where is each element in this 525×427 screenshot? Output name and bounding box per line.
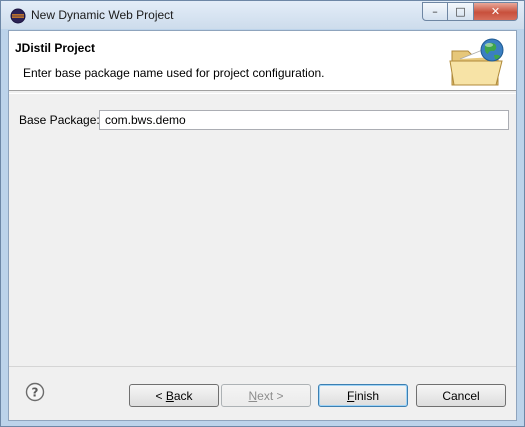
finish-label: inish	[354, 388, 380, 403]
back-mnemonic: B	[165, 388, 174, 403]
window-controls: – □ ✕	[422, 2, 518, 22]
next-button[interactable]: Next >	[221, 384, 311, 407]
cancel-button[interactable]: Cancel	[416, 384, 506, 407]
maximize-icon: □	[455, 5, 466, 18]
page-title: JDistil Project	[15, 41, 96, 55]
banner-separator	[9, 93, 516, 94]
close-icon: ✕	[490, 5, 501, 18]
dialog-window: New Dynamic Web Project – □ ✕ JDistil Pr…	[0, 0, 525, 427]
wizard-banner: JDistil Project Enter base package name …	[9, 31, 516, 91]
folder-globe-icon	[449, 38, 504, 86]
base-package-label: Base Package:	[19, 113, 100, 127]
page-description: Enter base package name used for project…	[23, 66, 325, 80]
minimize-icon: –	[432, 5, 438, 18]
maximize-button[interactable]: □	[448, 2, 474, 21]
dialog-content: JDistil Project Enter base package name …	[8, 30, 517, 421]
back-prefix: <	[155, 388, 166, 403]
next-label: ext >	[257, 388, 284, 403]
eclipse-icon	[10, 8, 26, 24]
window-title: New Dynamic Web Project	[31, 8, 174, 22]
minimize-button[interactable]: –	[422, 2, 448, 21]
finish-mnemonic: F	[346, 388, 355, 403]
help-icon[interactable]: ?	[25, 382, 45, 402]
title-bar[interactable]: New Dynamic Web Project – □ ✕	[1, 1, 524, 29]
cancel-label: Cancel	[442, 388, 480, 403]
close-button[interactable]: ✕	[474, 2, 518, 21]
next-mnemonic: N	[248, 388, 258, 403]
button-bar-separator	[9, 366, 516, 367]
back-label: ack	[173, 388, 193, 403]
back-button[interactable]: < Back	[129, 384, 219, 407]
base-package-input[interactable]	[99, 110, 509, 130]
finish-button[interactable]: Finish	[318, 384, 408, 407]
svg-text:?: ?	[32, 386, 39, 400]
